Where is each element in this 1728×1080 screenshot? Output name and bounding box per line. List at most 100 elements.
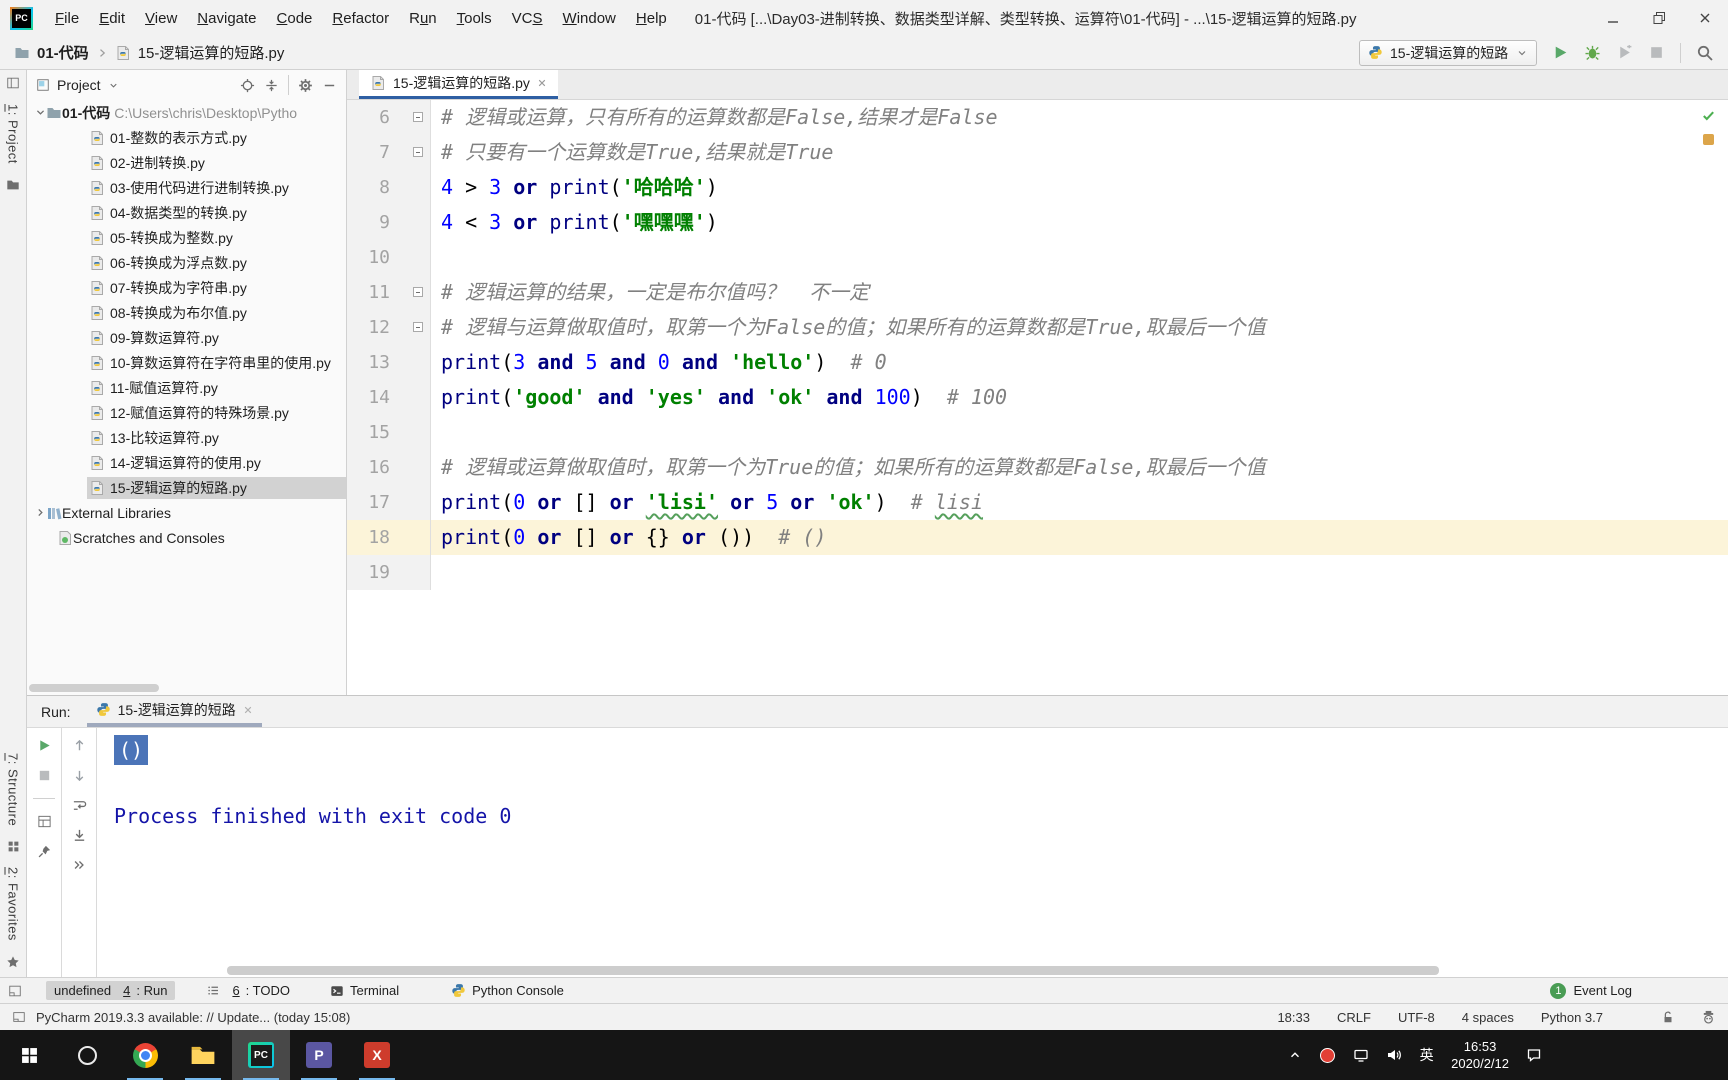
line-number[interactable]: 8 — [347, 170, 399, 205]
editor-tab[interactable]: 15-逻辑运算的短路.py — [359, 70, 558, 99]
tree-row-file[interactable]: 06-转换成为浮点数.py — [27, 250, 346, 275]
tree-row-file[interactable]: 01-整数的表示方式.py — [27, 125, 346, 150]
line-number[interactable]: 11 — [347, 275, 399, 310]
line-number[interactable]: 13 — [347, 345, 399, 380]
run-with-coverage-button[interactable] — [1616, 44, 1633, 61]
code-line[interactable]: 7 # 只要有一个运算数是True,结果就是True — [347, 135, 1728, 170]
tool-windows-toggle-icon[interactable] — [8, 984, 22, 998]
stop-process-button[interactable] — [37, 768, 52, 783]
stripe-squares-icon[interactable] — [7, 840, 20, 853]
tool-window-button[interactable]: Python Console — [443, 981, 584, 1000]
line-number[interactable]: 15 — [347, 415, 399, 450]
code-line[interactable]: 13 print(3 and 5 and 0 and 'hello') # 0 — [347, 345, 1728, 380]
scroll-to-end-icon[interactable] — [72, 828, 87, 843]
fold-marker-icon[interactable] — [413, 322, 423, 332]
tree-row-file[interactable]: 07-转换成为字符串.py — [27, 275, 346, 300]
tool-window-button[interactable]: Terminal — [322, 981, 419, 1000]
fold-marker-icon[interactable] — [413, 147, 423, 157]
menu-item[interactable]: File — [45, 5, 89, 32]
tree-row-file[interactable]: 09-算数运算符.py — [27, 325, 346, 350]
tree-row-file[interactable]: 11-赋值运算符.py — [27, 375, 346, 400]
sidebar-item-favorites[interactable]: 2: Favorites — [6, 867, 21, 941]
fold-marker-icon[interactable] — [413, 112, 423, 122]
run-configuration-select[interactable]: 15-逻辑运算的短路 — [1359, 39, 1537, 66]
project-horizontal-scrollbar[interactable] — [29, 684, 159, 692]
fold-gutter[interactable] — [399, 100, 431, 135]
unlock-icon[interactable] — [1661, 1010, 1675, 1024]
menu-item[interactable]: Navigate — [187, 5, 266, 32]
menu-item[interactable]: Help — [626, 5, 677, 32]
fold-gutter[interactable] — [399, 485, 431, 520]
taskbar-pycharm[interactable]: PC — [232, 1030, 290, 1080]
line-number[interactable]: 16 — [347, 450, 399, 485]
tree-row-file[interactable]: 10-算数运算符在字符串里的使用.py — [27, 350, 346, 375]
start-button[interactable] — [0, 1030, 58, 1080]
fold-gutter[interactable] — [399, 240, 431, 275]
run-console-output[interactable]: () Process finished with exit code 0 — [97, 728, 1728, 977]
code-line[interactable]: 18 print(0 or [] or {} or ()) # () — [347, 520, 1728, 555]
tree-row-file[interactable]: 03-使用代码进行进制转换.py — [27, 175, 346, 200]
ime-indicator[interactable]: 英 — [1410, 1030, 1443, 1080]
fold-gutter[interactable] — [399, 205, 431, 240]
line-number[interactable]: 19 — [347, 555, 399, 590]
fold-gutter[interactable] — [399, 380, 431, 415]
project-panel-title[interactable]: Project — [57, 77, 101, 93]
code-line[interactable]: 10 — [347, 240, 1728, 275]
status-widget[interactable]: 4 spaces — [1462, 1010, 1514, 1025]
collapse-all-icon[interactable] — [264, 78, 279, 93]
code-line[interactable]: 6 # 逻辑或运算，只有所有的运算数都是False,结果才是False — [347, 100, 1728, 135]
tree-row-file[interactable]: 08-转换成为布尔值.py — [27, 300, 346, 325]
chevron-down-icon[interactable] — [108, 80, 119, 91]
line-number[interactable]: 10 — [347, 240, 399, 275]
status-widget[interactable]: Python 3.7 — [1541, 1010, 1603, 1025]
fold-gutter[interactable] — [399, 310, 431, 345]
code-line[interactable]: 9 4 < 3 or print('嘿嘿嘿') — [347, 205, 1728, 240]
locate-file-icon[interactable] — [240, 78, 255, 93]
menu-item[interactable]: Window — [553, 5, 626, 32]
star-icon[interactable] — [6, 955, 20, 969]
line-number[interactable]: 18 — [347, 520, 399, 555]
panel-toggle-icon[interactable] — [12, 1010, 26, 1024]
sidebar-item-structure[interactable]: 7: Structure — [6, 753, 21, 826]
volume-icon[interactable] — [1377, 1030, 1410, 1080]
breadcrumb-folder[interactable]: 01-代码 — [37, 42, 89, 63]
action-center-icon[interactable] — [1517, 1030, 1550, 1080]
soft-wrap-icon[interactable] — [72, 798, 87, 813]
menu-item[interactable]: Edit — [89, 5, 135, 32]
fold-gutter[interactable] — [399, 450, 431, 485]
status-message[interactable]: PyCharm 2019.3.3 available: // Update...… — [36, 1010, 350, 1025]
minimize-button[interactable] — [1590, 0, 1636, 36]
fold-gutter[interactable] — [399, 415, 431, 450]
breadcrumb-file[interactable]: 15-逻辑运算的短路.py — [138, 42, 285, 63]
search-button[interactable] — [58, 1030, 116, 1080]
tree-row-file[interactable]: 15-逻辑运算的短路.py — [27, 475, 346, 500]
code-line[interactable]: 14 print('good' and 'yes' and 'ok' and 10… — [347, 380, 1728, 415]
hidden-icons-chevron[interactable] — [1278, 1030, 1311, 1080]
code-line[interactable]: 16 # 逻辑或运算做取值时，取第一个为True的值；如果所有的运算数都是Fals… — [347, 450, 1728, 485]
code-line[interactable]: 11 # 逻辑运算的结果，一定是布尔值吗？ 不一定 — [347, 275, 1728, 310]
status-widget[interactable]: UTF-8 — [1398, 1010, 1435, 1025]
tree-row-file[interactable]: 02-进制转换.py — [27, 150, 346, 175]
close-button[interactable] — [1682, 0, 1728, 36]
code-line[interactable]: 17 print(0 or [] or 'lisi' or 5 or 'ok') … — [347, 485, 1728, 520]
run-button[interactable] — [1552, 44, 1569, 61]
close-tab-icon[interactable] — [537, 78, 547, 88]
line-number[interactable]: 17 — [347, 485, 399, 520]
fold-gutter[interactable] — [399, 555, 431, 590]
menu-item[interactable]: Tools — [447, 5, 502, 32]
line-number[interactable]: 6 — [347, 100, 399, 135]
line-number[interactable]: 9 — [347, 205, 399, 240]
code-line[interactable]: 19 — [347, 555, 1728, 590]
hide-panel-icon[interactable] — [322, 78, 337, 93]
security-tray-icon[interactable] — [1311, 1030, 1344, 1080]
fold-gutter[interactable] — [399, 170, 431, 205]
restore-layout-icon[interactable] — [37, 814, 52, 829]
taskbar-chrome[interactable] — [116, 1030, 174, 1080]
down-stack-icon[interactable] — [72, 768, 87, 783]
debug-button[interactable] — [1584, 44, 1601, 61]
up-stack-icon[interactable] — [72, 738, 87, 753]
run-tab[interactable]: 15-逻辑运算的短路 — [86, 696, 262, 727]
fold-gutter[interactable] — [399, 520, 431, 555]
network-icon[interactable] — [1344, 1030, 1377, 1080]
tree-row-scratches[interactable]: Scratches and Consoles — [27, 525, 346, 550]
